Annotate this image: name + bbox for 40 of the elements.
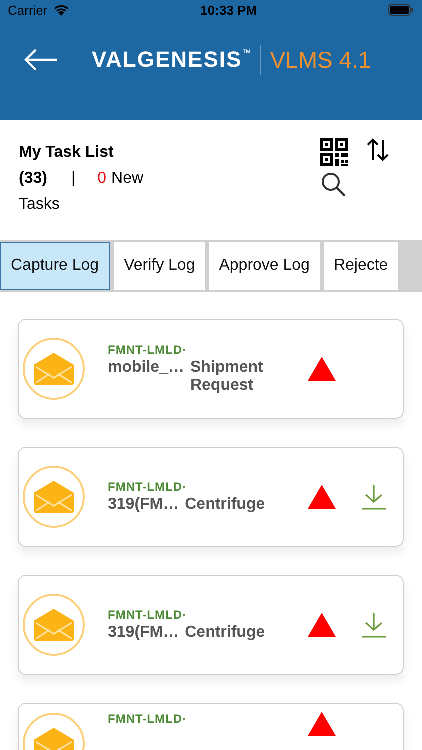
download-icon[interactable] xyxy=(361,612,387,638)
task-code: FMNT-LMLD· xyxy=(108,712,188,726)
qr-code-icon[interactable] xyxy=(320,138,348,166)
task-card[interactable]: FMNT-LMLD· 319(FM… Centrifuge xyxy=(18,575,404,675)
task-card[interactable]: FMNT-LMLD· 319(FM… Centrifuge xyxy=(18,447,404,547)
envelope-icon xyxy=(22,337,86,401)
new-count: 0 xyxy=(98,170,107,188)
tab[interactable]: Capture Log xyxy=(0,242,110,290)
tab[interactable]: Verify Log xyxy=(114,242,206,290)
task-list-title: My Task List xyxy=(19,144,115,162)
task-code: FMNT-LMLD· xyxy=(108,608,188,622)
task-title: Centrifuge xyxy=(185,496,266,514)
task-code: FMNT-LMLD· xyxy=(108,480,188,494)
carrier-name: Carrier xyxy=(8,2,48,18)
download-icon[interactable] xyxy=(361,484,387,510)
status-time: 10:33 PM xyxy=(200,2,258,18)
search-icon[interactable] xyxy=(321,172,347,198)
task-code: FMNT-LMLD· xyxy=(108,343,188,357)
task-name: mobile_… xyxy=(108,359,184,377)
back-arrow-icon[interactable] xyxy=(24,49,58,71)
envelope-icon xyxy=(22,593,86,657)
task-name: 319(FM… xyxy=(108,496,180,514)
task-count: (33) xyxy=(19,170,48,188)
task-title: Centrifuge xyxy=(185,624,266,642)
envelope-icon xyxy=(22,465,86,529)
wifi-icon xyxy=(52,4,70,16)
tab[interactable]: Approve Log xyxy=(209,242,320,290)
task-title: Shipment Request xyxy=(190,359,264,395)
task-name: 319(FM… xyxy=(108,624,180,642)
trademark-sign: ™ xyxy=(242,48,252,58)
sort-icon[interactable] xyxy=(366,138,390,162)
app-version: VLMS 4.1 xyxy=(270,46,372,74)
battery-icon xyxy=(388,4,414,16)
logo-text: VALGENESIS xyxy=(92,47,242,73)
task-card[interactable]: FMNT-LMLD· xyxy=(18,703,404,750)
new-label: New xyxy=(112,170,144,188)
tab[interactable]: Rejecte xyxy=(324,242,398,290)
task-card[interactable]: FMNT-LMLD· mobile_… Shipment Request xyxy=(18,319,404,419)
separator: | xyxy=(71,170,76,188)
tasks-label: Tasks xyxy=(19,196,61,214)
